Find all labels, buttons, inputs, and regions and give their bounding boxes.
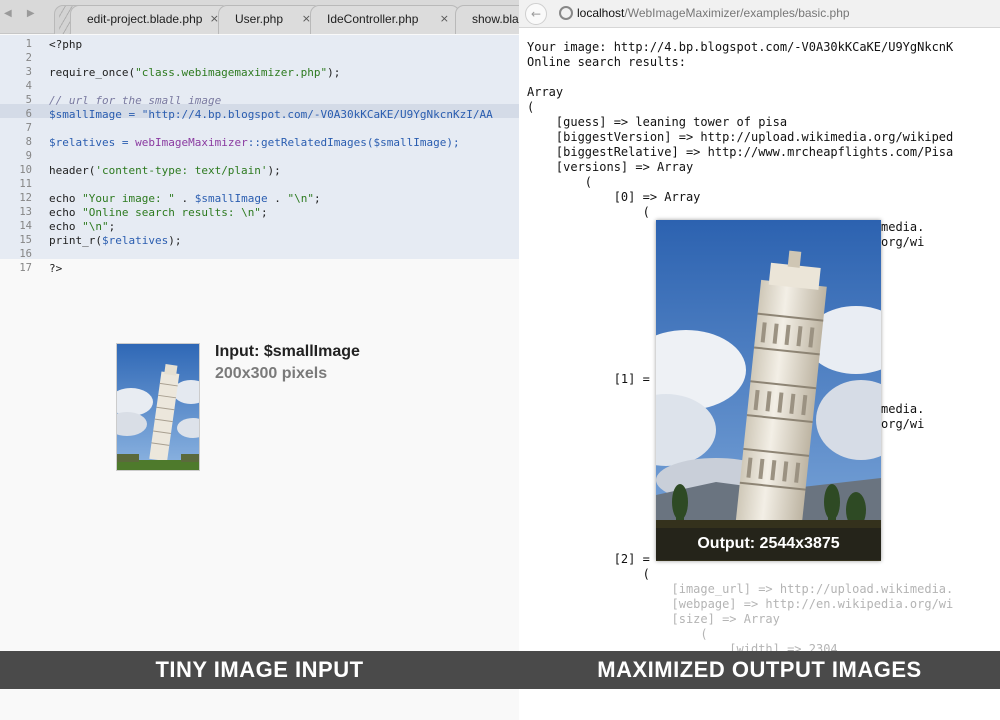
output-line: [biggestVersion] => http://upload.wikime…	[527, 130, 954, 144]
tab-label: IdeController.php	[327, 12, 419, 26]
code-line[interactable]: // url for the small image	[49, 94, 221, 107]
output-line: [1] =	[527, 372, 650, 386]
tab-show[interactable]: show.bla	[455, 5, 519, 34]
line-number: 7	[25, 122, 32, 134]
close-icon[interactable]: ×	[440, 12, 449, 25]
line-number: 14	[19, 220, 32, 232]
code-line[interactable]: $relatives = webImageMaximizer::getRelat…	[49, 136, 460, 149]
line-number: 5	[25, 94, 32, 106]
line-number: 1	[25, 38, 32, 50]
input-caption-title: Input: $smallImage	[215, 343, 360, 360]
line-number: 11	[19, 178, 32, 190]
code-line[interactable]: <?php	[49, 38, 82, 51]
maximized-output-image	[656, 220, 881, 561]
tab-label: User.php	[235, 12, 284, 26]
output-line: Online search results:	[527, 55, 686, 69]
tab-label: show.bla	[472, 12, 519, 26]
input-caption-size: 200x300 pixels	[215, 365, 328, 382]
output-line: (	[527, 175, 593, 189]
line-number: 3	[25, 66, 32, 78]
line-number: 10	[19, 164, 32, 176]
output-line-faded: [webpage] => http://en.wikipedia.org/wi	[527, 597, 954, 611]
code-editor: ◀ ▶ edit-project.blade.php × User.php × Id…	[0, 0, 519, 720]
line-number: 12	[19, 192, 32, 204]
url-host: localhost	[577, 6, 625, 20]
output-line: (	[527, 205, 650, 219]
line-number: 17	[19, 262, 32, 274]
tab-ide-controller[interactable]: IdeController.php ×	[310, 5, 460, 34]
code-line[interactable]: print_r($relatives);	[49, 234, 181, 247]
output-banner: MAXIMIZED OUTPUT IMAGES	[519, 651, 1000, 689]
line-number: 2	[25, 52, 32, 64]
code-line[interactable]: ?>	[49, 262, 62, 275]
output-line: Array	[527, 85, 564, 99]
output-line: [2] =	[527, 552, 650, 566]
url-path: /WebImageMaximizer/examples/basic.php	[624, 6, 850, 20]
code-area[interactable]: 1 <?php 2 3 require_once("class.webimagemaxi…	[0, 35, 519, 275]
output-line: Your image: http://4.bp.blogspot.com/-V0…	[527, 40, 954, 54]
tab-edit-project[interactable]: edit-project.blade.php ×	[70, 5, 230, 34]
url-text[interactable]: localhost/WebImageMaximizer/examples/bas…	[577, 6, 850, 20]
output-line-faded: [image_url] => http://upload.wikimedia.	[527, 582, 954, 596]
output-caption: Output: 2544x3875	[656, 528, 881, 560]
code-line[interactable]: header('content-type: text/plain');	[49, 164, 281, 177]
line-number: 9	[25, 150, 32, 162]
tab-nav-arrows-icon[interactable]: ◀ ▶	[4, 8, 44, 24]
address-bar[interactable]: ← localhost/WebImageMaximizer/examples/b…	[519, 0, 1000, 28]
line-number: 4	[25, 80, 32, 92]
line-number: 13	[19, 206, 32, 218]
line-number: 16	[19, 248, 32, 260]
code-line[interactable]: echo "\n";	[49, 220, 115, 233]
output-line: [guess] => leaning tower of pisa	[527, 115, 788, 129]
editor-tab-bar: ◀ ▶ edit-project.blade.php × User.php × Id…	[0, 0, 519, 34]
tab-label: edit-project.blade.php	[87, 12, 203, 26]
back-arrow-icon[interactable]: ←	[525, 3, 547, 25]
output-line: [biggestRelative] => http://www.mrcheapf…	[527, 145, 954, 159]
output-line: [0] => Array	[527, 190, 701, 204]
code-line[interactable]: $smallImage = "http://4.bp.blogspot.com/…	[49, 108, 493, 121]
code-line[interactable]: require_once("class.webimagemaximizer.ph…	[49, 66, 340, 79]
small-image-thumbnail	[116, 343, 200, 471]
output-line: [versions] => Array	[527, 160, 694, 174]
code-line[interactable]: echo "Your image: " . $smallImage . "\n"…	[49, 192, 321, 205]
input-banner: TINY IMAGE INPUT	[0, 651, 519, 689]
tab-user[interactable]: User.php ×	[218, 5, 322, 34]
line-number: 15	[19, 234, 32, 246]
output-line-faded: [size] => Array	[527, 612, 780, 626]
code-line[interactable]: echo "Online search results: \n";	[49, 206, 268, 219]
line-number: 6	[25, 108, 32, 120]
output-line: (	[527, 100, 535, 114]
globe-icon	[559, 6, 573, 20]
output-line-faded: (	[527, 627, 708, 641]
output-line: (	[527, 567, 650, 581]
line-number: 8	[25, 136, 32, 148]
